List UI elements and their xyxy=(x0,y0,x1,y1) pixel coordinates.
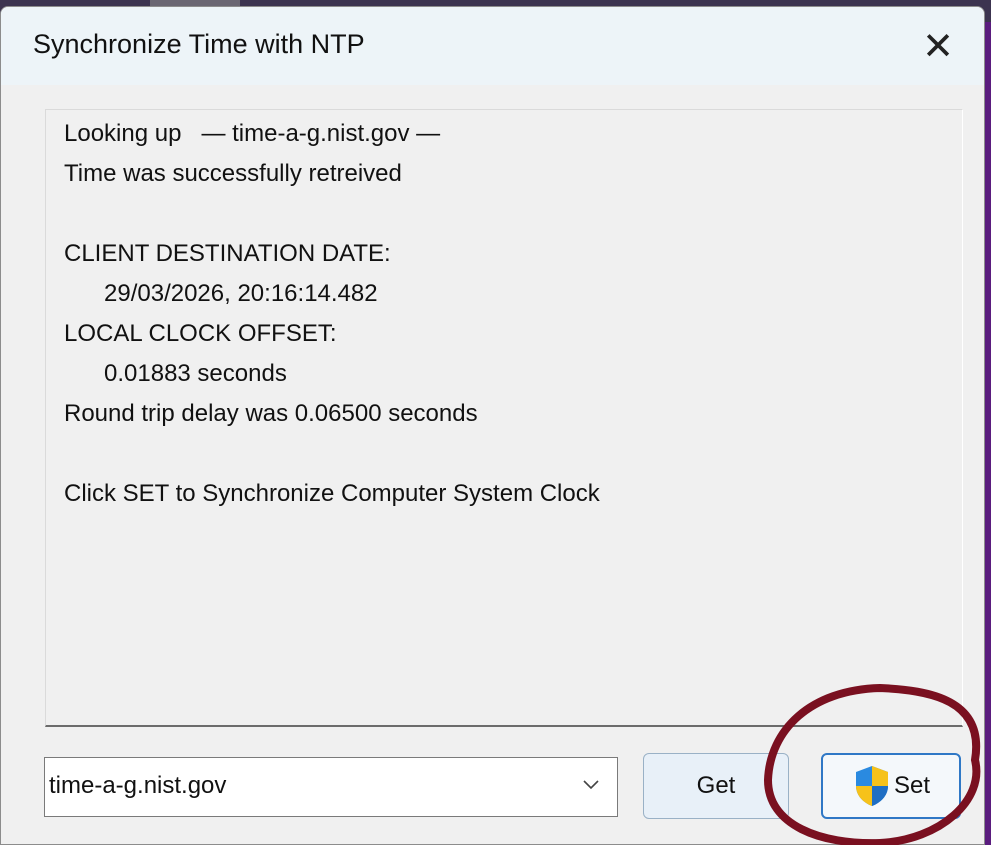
chevron-down-icon xyxy=(583,780,599,790)
log-line-dest-date-label: CLIENT DESTINATION DATE: xyxy=(64,240,391,267)
set-button[interactable]: Set xyxy=(821,753,961,819)
close-icon: ✕ xyxy=(922,25,954,68)
dialog-title: Synchronize Time with NTP xyxy=(33,29,365,59)
log-line-instruction: Click SET to Synchronize Computer System… xyxy=(64,480,600,507)
uac-shield-icon xyxy=(855,766,888,806)
set-button-label: Set xyxy=(893,772,931,799)
log-line-round-trip: Round trip delay was 0.06500 seconds xyxy=(64,400,478,427)
get-button-label: Get xyxy=(696,772,736,799)
log-line-status: Time was successfully retreived xyxy=(64,160,402,187)
log-line-offset-label: LOCAL CLOCK OFFSET: xyxy=(64,320,337,347)
status-log: Looking up — time-a-g.nist.gov — Time wa… xyxy=(45,109,963,727)
title-bar: Synchronize Time with NTP ✕ xyxy=(1,7,984,85)
close-button[interactable]: ✕ xyxy=(892,7,984,85)
get-button[interactable]: Get xyxy=(643,753,789,819)
log-line-lookup: Looking up — time-a-g.nist.gov — xyxy=(64,120,441,147)
server-value: time-a-g.nist.gov xyxy=(49,772,227,799)
log-line-dest-date-value: 29/03/2026, 20:16:14.482 xyxy=(64,280,378,307)
server-select[interactable]: time-a-g.nist.gov xyxy=(44,757,618,817)
log-line-offset-value: 0.01883 seconds xyxy=(64,360,287,387)
ntp-sync-dialog: Synchronize Time with NTP ✕ Looking up —… xyxy=(0,6,985,845)
